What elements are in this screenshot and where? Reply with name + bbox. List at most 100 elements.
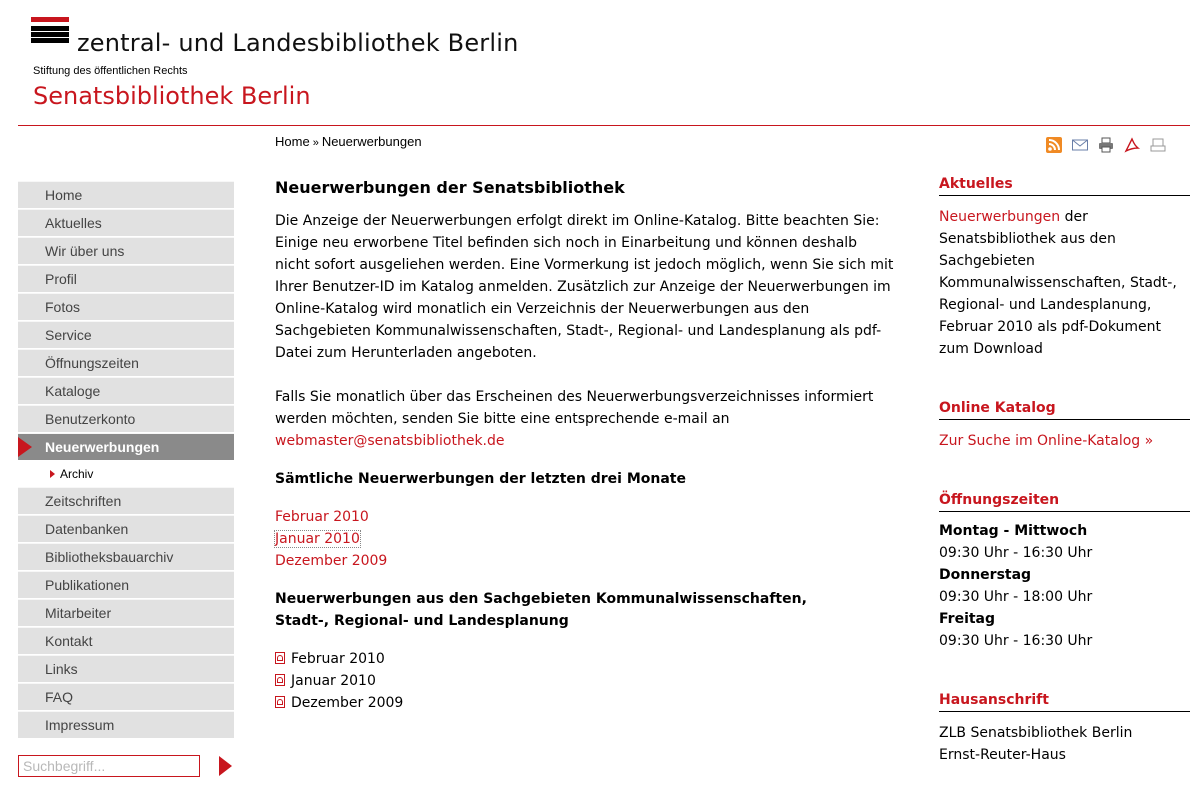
address: ZLB Senatsbibliothek Berlin Ernst-Reuter… [939,722,1190,766]
nav-item-kataloge[interactable]: Kataloge [18,377,234,404]
pdf-item[interactable]: Februar 2010 [275,648,895,670]
opening-day: Montag - Mittwoch [939,523,1088,539]
breadcrumb-separator: » [312,137,319,149]
month-link[interactable]: Dezember 2009 [275,553,387,569]
nav-item-label: Impressum [45,717,115,733]
nav-item-publikationen[interactable]: Publikationen [18,571,234,598]
header-divider [18,125,1190,126]
aktuelles-text: Neuerwerbungen der Senatsbibliothek aus … [939,206,1190,360]
nav-subitem-label: Archiv [60,467,94,481]
pdf-item[interactable]: Dezember 2009 [275,692,895,714]
pdf-item-label: Januar 2010 [291,673,376,689]
hausanschrift-heading: Hausanschrift [939,690,1190,712]
nav-item-benutzerkonto[interactable]: Benutzerkonto [18,405,234,432]
aktuelles-heading: Aktuelles [939,174,1190,196]
nav-item-oeffnungszeiten[interactable]: Öffnungszeiten [18,349,234,376]
month-link[interactable]: Februar 2010 [275,509,369,525]
search-input[interactable] [18,755,200,777]
nav-item-label: Fotos [45,299,81,315]
zlb-logo-icon [31,17,69,43]
page-toolbar [1045,135,1167,155]
aktuelles-link[interactable]: Neuerwerbungen [939,209,1060,225]
nav-item-home[interactable]: Home [18,181,234,208]
section-title-all: Sämtliche Neuerwerbungen der letzten dre… [275,471,686,487]
nav-item-label: Datenbanken [45,521,129,537]
notify-paragraph: Falls Sie monatlich über das Erscheinen … [275,386,895,452]
nav-item-label: Bibliotheksbauarchiv [45,549,174,565]
breadcrumb-home[interactable]: Home [275,134,310,149]
nav-item-zeitschriften[interactable]: Zeitschriften [18,487,234,514]
stiftung-text: Stiftung des öffentlichen Rechts [33,65,188,77]
nav-item-label: Aktuelles [45,215,102,231]
katalog-heading: Online Katalog [939,398,1190,420]
pdf-icon [275,652,285,664]
intro-paragraph: Die Anzeige der Neuerwerbungen erfolgt d… [275,213,894,361]
opening-hours: Montag - Mittwoch 09:30 Uhr - 16:30 Uhr … [939,520,1190,652]
nav-item-label: Mitarbeiter [45,605,112,621]
section-title-line: Stadt-, Regional- und Landesplanung [275,613,569,629]
month-link[interactable]: Januar 2010 [274,530,361,548]
pdf-icon [275,674,285,686]
opening-time: 09:30 Uhr - 16:30 Uhr [939,633,1093,649]
main-content: Neuerwerbungen der Senatsbibliothek Die … [274,176,895,714]
pdf-item[interactable]: Januar 2010 [275,670,895,692]
pdf-icon[interactable] [1123,136,1141,154]
zlb-name[interactable]: zentral- und Landesbibliothek Berlin [77,28,519,58]
opening-time: 09:30 Uhr - 18:00 Uhr [939,589,1093,605]
nav-item-label: Publikationen [45,577,130,593]
email-link[interactable]: webmaster@senatsbibliothek.de [275,433,505,449]
section-title-line: Neuerwerbungen aus den Sachgebieten Komm… [275,591,807,607]
nav-item-impressum[interactable]: Impressum [18,711,234,738]
pdf-list: Februar 2010 Januar 2010 Dezember 2009 [275,648,895,714]
nav-item-datenbanken[interactable]: Datenbanken [18,515,234,542]
month-link-list: Februar 2010 Januar 2010 Dezember 2009 [274,506,895,572]
triangle-right-icon [50,470,55,478]
nav-subitem-archiv[interactable]: Archiv [18,461,234,486]
nav-item-aktuelles[interactable]: Aktuelles [18,209,234,236]
rss-icon[interactable] [1045,136,1063,154]
nav-item-label: Benutzerkonto [45,411,136,427]
nav-item-label: Home [45,187,83,203]
nav-item-wir-ueber-uns[interactable]: Wir über uns [18,237,234,264]
nav-item-faq[interactable]: FAQ [18,683,234,710]
nav-item-fotos[interactable]: Fotos [18,293,234,320]
nav-item-label: Links [45,661,78,677]
opening-day: Donnerstag [939,567,1032,583]
right-sidebar: Aktuelles Neuerwerbungen der Senatsbibli… [939,174,1190,766]
nav-item-profil[interactable]: Profil [18,265,234,292]
nav-item-neuerwerbungen[interactable]: Neuerwerbungen [18,433,234,460]
print-icon[interactable] [1097,136,1115,154]
nav-item-mitarbeiter[interactable]: Mitarbeiter [18,599,234,626]
katalog-link[interactable]: Zur Suche im Online-Katalog » [939,433,1153,449]
aktuelles-body: der Senatsbibliothek aus den Sachgebiete… [939,209,1177,357]
breadcrumb: Home» Neuerwerbungen [275,134,422,149]
nav-item-label: Zeitschriften [45,493,122,509]
share-icon[interactable] [1149,136,1167,154]
site-title[interactable]: Senatsbibliothek Berlin [33,82,311,110]
nav-item-kontakt[interactable]: Kontakt [18,627,234,654]
opening-day: Freitag [939,611,996,627]
pdf-item-label: Dezember 2009 [291,695,404,711]
section-title-subject: Neuerwerbungen aus den Sachgebieten Komm… [275,588,895,632]
nav-item-label: Wir über uns [45,243,125,259]
oeffnungszeiten-heading: Öffnungszeiten [939,490,1190,512]
notify-text: Falls Sie monatlich über das Erscheinen … [275,389,874,427]
pdf-item-label: Februar 2010 [291,651,385,667]
nav-item-bibliotheksbauarchiv[interactable]: Bibliotheksbauarchiv [18,543,234,570]
opening-time: 09:30 Uhr - 16:30 Uhr [939,545,1093,561]
nav-item-links[interactable]: Links [18,655,234,682]
nav-item-label: Kontakt [45,633,93,649]
nav-item-label: Kataloge [45,383,101,399]
address-line: ZLB Senatsbibliothek Berlin [939,725,1133,741]
search-submit-button[interactable] [219,756,232,776]
nav-item-label: Profil [45,271,77,287]
nav-item-service[interactable]: Service [18,321,234,348]
nav-item-label: Öffnungszeiten [45,355,139,371]
nav-item-label: Service [45,327,92,343]
address-line: Ernst-Reuter-Haus [939,747,1066,763]
page-title: Neuerwerbungen der Senatsbibliothek [275,178,625,197]
pdf-icon [275,696,285,708]
breadcrumb-current: Neuerwerbungen [321,134,422,149]
nav-item-label: Neuerwerbungen [45,439,160,455]
mail-icon[interactable] [1071,136,1089,154]
